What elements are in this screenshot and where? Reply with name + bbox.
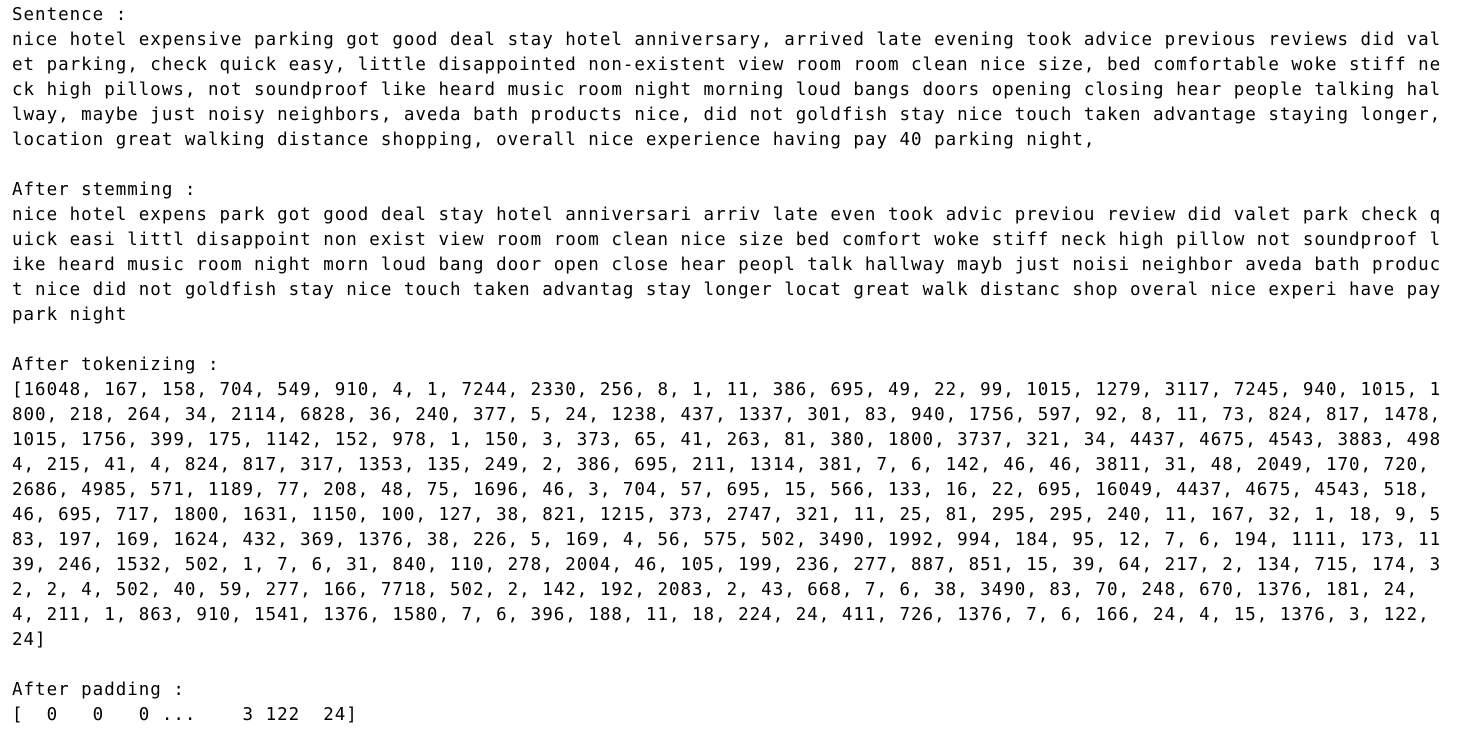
- tokenizing-label: After tokenizing :: [12, 355, 220, 375]
- cell-output: Sentence : nice hotel expensive parking …: [12, 3, 1452, 728]
- padding-label: After padding :: [12, 680, 185, 700]
- stemming-label: After stemming :: [12, 180, 197, 200]
- stemming-text: nice hotel expens park got good deal sta…: [12, 205, 1453, 325]
- tokenizing-text: [16048, 167, 158, 704, 549, 910, 4, 1, 7…: [12, 380, 1453, 650]
- sentence-label: Sentence :: [12, 5, 128, 25]
- padding-text: [ 0 0 0 ... 3 122 24]: [12, 705, 358, 725]
- sentence-text: nice hotel expensive parking got good de…: [12, 30, 1453, 150]
